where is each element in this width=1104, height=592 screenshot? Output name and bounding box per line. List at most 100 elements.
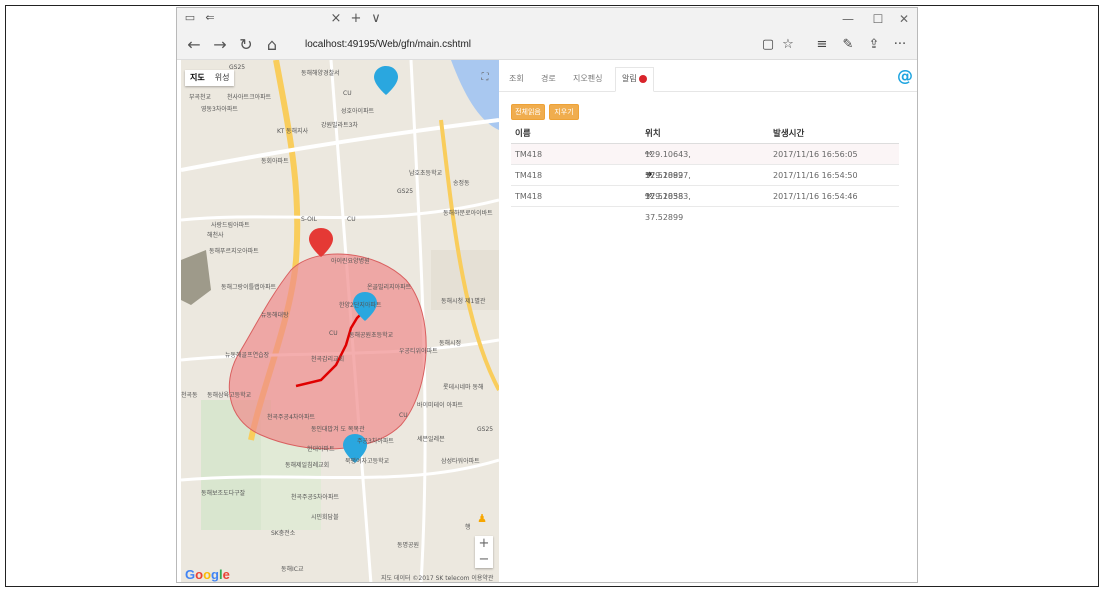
map-label: 남호초등학교 bbox=[409, 170, 443, 177]
map-label: 천사아트크아파트 bbox=[227, 94, 272, 101]
map-label: 송정동 bbox=[453, 180, 470, 187]
map-canvas bbox=[181, 60, 499, 582]
map-label: 동명공원 bbox=[397, 542, 420, 549]
zoom-in-button[interactable]: + bbox=[475, 536, 493, 552]
map-type-satellite-button[interactable]: 위성 bbox=[210, 70, 235, 86]
tab-list-button[interactable]: ∨ bbox=[367, 10, 385, 28]
close-window-button[interactable]: ✕ bbox=[889, 10, 917, 28]
zoom-control: + − bbox=[475, 536, 493, 568]
table-row[interactable]: TM418 ⇨ 129.10643, 37.52899 2017/11/16 16… bbox=[511, 144, 899, 180]
minimize-button[interactable]: — bbox=[833, 10, 863, 28]
alarm-panel: 조회 경로 지오펜싱 알림 @ 전체읽음 지우기 이름 위치 발생시간 TM41… bbox=[499, 60, 917, 582]
map-label: 천곡주공5차아파트 bbox=[291, 494, 339, 501]
favorites-hub-icon[interactable]: ≡ bbox=[811, 35, 833, 55]
tab-route[interactable]: 경로 bbox=[541, 70, 556, 88]
map-label: 한양2단지아파트 bbox=[339, 302, 382, 309]
tab-back-icon[interactable]: ⇐ bbox=[203, 12, 217, 24]
map-label: CU bbox=[347, 216, 356, 223]
map-label: 동해하문로아이바트 bbox=[443, 210, 493, 217]
map-view[interactable]: GS25 동해해양경찰서 부곡천교 천사아트크아파트 CU 영동3차아파트 성호… bbox=[181, 60, 499, 582]
map-label: 동해해양경찰서 bbox=[301, 70, 340, 77]
map-label: CU bbox=[399, 412, 408, 419]
row-name: TM418 bbox=[515, 150, 543, 159]
map-label: 우공티위아파트 bbox=[399, 348, 438, 355]
map-label: 동해삼육고등학교 bbox=[207, 392, 252, 399]
row-name: TM418 bbox=[515, 192, 543, 201]
map-label: S-OIL bbox=[301, 216, 317, 223]
close-tab-icon[interactable]: × bbox=[327, 10, 345, 28]
row-location: 129.10583, 37.52899 bbox=[645, 192, 691, 222]
grey-area bbox=[181, 250, 211, 305]
map-label: 강원빌라트3차 bbox=[321, 122, 358, 129]
home-icon[interactable]: ⌂ bbox=[261, 35, 283, 55]
title-bar: ▭ ⇐ × + ∨ — ☐ ✕ bbox=[177, 8, 917, 30]
map-label: 동해그랑이틀랩아파트 bbox=[221, 284, 277, 291]
map-label: 주공3차아파트 bbox=[357, 438, 394, 445]
map-label: 삼성타워아파트 bbox=[441, 458, 480, 465]
row-time: 2017/11/16 16:56:05 bbox=[773, 150, 858, 159]
map-label: 부곡천교 bbox=[189, 94, 212, 101]
delete-button[interactable]: 지우기 bbox=[549, 104, 579, 120]
map-label: 롯데시네마 동해 bbox=[443, 384, 484, 391]
map-label: 성호아이파트 bbox=[341, 108, 375, 115]
tab-preview-icon[interactable]: ▭ bbox=[183, 12, 197, 24]
share-icon[interactable]: ⇪ bbox=[863, 35, 885, 55]
column-name: 이름 bbox=[515, 129, 531, 139]
map-label: 동해보조도다구잘 bbox=[201, 490, 246, 497]
column-time: 발생시간 bbox=[773, 129, 805, 139]
map-label: 영동3차아파트 bbox=[201, 106, 238, 113]
refresh-icon[interactable]: ↻ bbox=[235, 35, 257, 55]
table-row[interactable]: TM418 ⇨ 129.10583, 37.52899 2017/11/16 16… bbox=[511, 186, 899, 222]
map-label: 동인대밥겨 도 복목관 bbox=[311, 426, 365, 433]
mark-all-read-button[interactable]: 전체읽음 bbox=[511, 104, 545, 120]
tab-geofencing-label: 지오펜싱 bbox=[573, 74, 603, 83]
more-button[interactable]: ··· bbox=[889, 35, 911, 55]
map-label: 현대아파트 bbox=[307, 446, 335, 453]
favorite-star-icon[interactable]: ☆ bbox=[777, 35, 799, 55]
map-label: 행 bbox=[465, 524, 471, 531]
row-name: TM418 bbox=[515, 171, 543, 180]
at-icon[interactable]: @ bbox=[897, 66, 913, 85]
table-row[interactable]: TM418 ➜ 129.10827, 37.52838 2017/11/16 16… bbox=[511, 165, 899, 201]
map-label: 동해푸르지오아파트 bbox=[209, 248, 259, 255]
map-label: 뉴동해대탕 bbox=[261, 312, 289, 319]
marker-blue-1 bbox=[374, 66, 398, 95]
marker-red bbox=[309, 228, 333, 257]
map-label: GS25 bbox=[477, 426, 494, 433]
map-label: 해천사 bbox=[207, 232, 224, 239]
map-label: 동회아파트 bbox=[261, 158, 289, 165]
reading-view-icon[interactable]: ▢ bbox=[757, 35, 779, 55]
navigation-bar: ← → ↻ ⌂ localhost:49195/Web/gfn/main.csh… bbox=[177, 30, 917, 60]
map-label: 천곡감리교회 bbox=[311, 356, 345, 363]
map-attribution[interactable]: 지도 데이터 ©2017 SK telecom 이용약관 bbox=[381, 573, 493, 582]
street-view-pegman-icon[interactable]: ♟ bbox=[477, 512, 487, 526]
tab-alarm[interactable]: 알림 bbox=[615, 67, 654, 92]
map-label: 천곡동 bbox=[181, 392, 198, 399]
map-label: CU bbox=[343, 90, 352, 97]
tab-geofencing[interactable]: 지오펜싱 bbox=[573, 70, 602, 88]
browser-window: ▭ ⇐ × + ∨ — ☐ ✕ ← → ↻ ⌂ localhost:49195/… bbox=[176, 7, 918, 583]
map-label: KT 동해지사 bbox=[277, 128, 309, 135]
row-time: 2017/11/16 16:54:46 bbox=[773, 192, 858, 201]
row-time: 2017/11/16 16:54:50 bbox=[773, 171, 858, 180]
table-header: 이름 위치 발생시간 bbox=[511, 124, 899, 144]
map-label: 동해IC교 bbox=[281, 566, 304, 573]
column-location: 위치 bbox=[645, 129, 661, 139]
map-label: 천곡주공4차아파트 bbox=[267, 414, 315, 421]
fullscreen-icon[interactable]: ⛶ bbox=[477, 70, 493, 86]
map-type-control: 지도 위성 bbox=[185, 70, 235, 86]
pen-icon[interactable]: ✎ bbox=[837, 35, 859, 55]
map-label: 사랑드림아파트 bbox=[211, 222, 250, 229]
forward-icon[interactable]: → bbox=[209, 35, 231, 55]
map-label: 동해공원초등학교 bbox=[349, 332, 394, 339]
tab-search[interactable]: 조회 bbox=[509, 70, 524, 88]
address-bar[interactable]: localhost:49195/Web/gfn/main.cshtml bbox=[305, 35, 775, 55]
map-label: 시민회담블 bbox=[311, 514, 339, 521]
map-label: 온골빌리지아파트 bbox=[367, 284, 412, 291]
new-tab-button[interactable]: + bbox=[347, 10, 365, 28]
zoom-out-button[interactable]: − bbox=[475, 552, 493, 568]
panel-tabs: 조회 경로 지오펜싱 알림 @ bbox=[499, 60, 917, 92]
back-icon[interactable]: ← bbox=[183, 35, 205, 55]
map-label: CU bbox=[329, 330, 338, 337]
map-type-map-button[interactable]: 지도 bbox=[185, 70, 210, 86]
